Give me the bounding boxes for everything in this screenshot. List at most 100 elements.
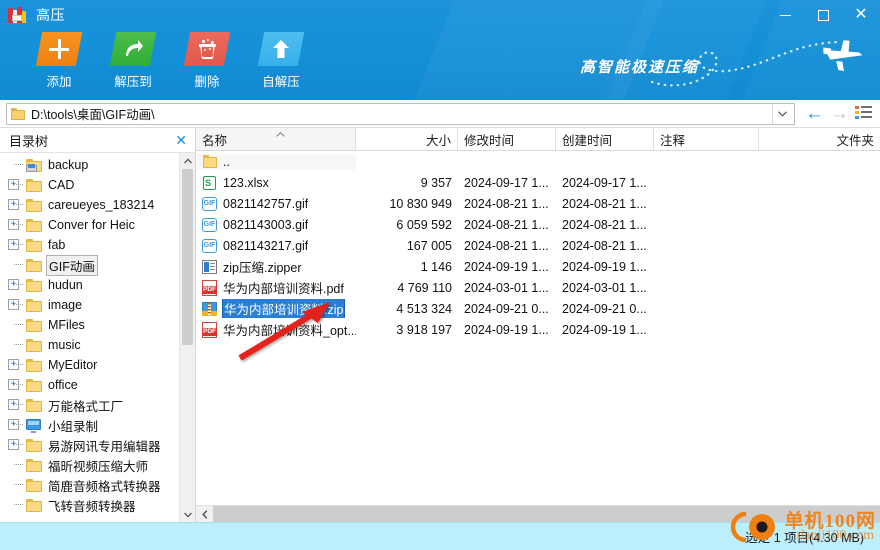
file-name-cell: 华为内部培训资料.zip — [196, 299, 356, 318]
tree-item-12[interactable]: + 万能格式工厂 — [0, 395, 179, 415]
folder-icon — [11, 107, 25, 120]
tree-item-7[interactable]: + image — [0, 295, 179, 315]
maximize-button[interactable] — [804, 0, 842, 30]
back-button[interactable]: ← — [805, 104, 824, 123]
tree-item-2[interactable]: + careueyes_183214 — [0, 195, 179, 215]
file-row[interactable]: PDF 华为内部培训资料.pdf 4 769 110 2024-03-01 1... 2… — [196, 277, 880, 298]
tree-item-10[interactable]: + MyEditor — [0, 355, 179, 375]
toolbar-label-extract-to: 解压到 — [114, 75, 152, 89]
address-bar: D:\tools\桌面\GIF动画\ ← → — [0, 100, 880, 128]
tree-guide-line — [14, 304, 23, 305]
tree-body: backup + CAD + careueyes_183214 + Conver for H… — [0, 153, 195, 522]
tree-item-4[interactable]: + fab — [0, 235, 179, 255]
tree-item-9[interactable]: music — [0, 335, 179, 355]
file-name-cell: .. — [196, 153, 356, 170]
column-header-size[interactable]: 大小 — [356, 128, 458, 150]
tree-item-15[interactable]: 福昕视频压缩大师 — [0, 455, 179, 475]
folder-icon — [26, 358, 42, 372]
tree-item-13[interactable]: + 小组录制 — [0, 415, 179, 435]
list-view-icon[interactable] — [855, 106, 872, 121]
toolbar-button-self-extract[interactable]: 自解压 — [244, 32, 318, 90]
file-modified-cell: 2024-08-21 1... — [464, 217, 549, 232]
toolbar-button-add[interactable]: 添加 — [22, 32, 96, 90]
tree-item-label: 小组录制 — [48, 419, 99, 434]
scroll-down-icon[interactable] — [180, 507, 195, 522]
tree-vertical-scrollbar[interactable] — [179, 153, 195, 522]
tree-guide-line — [14, 164, 23, 165]
horizontal-scrollbar[interactable] — [196, 505, 880, 523]
column-label-name: 名称 — [202, 133, 228, 148]
file-created-cell: 2024-09-21 0... — [562, 301, 647, 316]
horizontal-scrollbar-thumb[interactable] — [213, 505, 880, 523]
file-row[interactable]: PDF 华为内部培训资料_opt.... 3 918 197 2024-09-19 1… — [196, 319, 880, 340]
folder-icon — [26, 218, 42, 232]
extract-arrow-icon — [109, 32, 157, 66]
file-name-label: 123.xlsx — [223, 175, 269, 190]
tree-item-1[interactable]: + CAD — [0, 175, 179, 195]
chevron-down-icon[interactable] — [772, 103, 792, 124]
printer-folder-icon — [26, 158, 42, 172]
toolbar-button-extract-to[interactable]: 解压到 — [96, 32, 170, 90]
tree-item-5[interactable]: GIF动画 — [0, 254, 179, 276]
column-header-comment[interactable]: 注释 — [654, 128, 759, 150]
tree-guide-line — [14, 424, 23, 425]
folder-icon — [26, 338, 42, 352]
xlsx-icon: S — [202, 175, 218, 191]
minimize-icon — [779, 14, 791, 16]
file-row[interactable]: .. — [196, 151, 880, 172]
tree-item-3[interactable]: + Conver for Heic — [0, 215, 179, 235]
directory-tree-pane: 目录树 ✕ backup + CAD + careueyes_183214 + Conver… — [0, 128, 196, 522]
file-size-cell: 3 918 197 — [396, 322, 452, 337]
tree-item-6[interactable]: + hudun — [0, 275, 179, 295]
column-header-folder[interactable]: 文件夹 — [759, 128, 880, 150]
tree-list: backup + CAD + careueyes_183214 + Conver for H… — [0, 153, 179, 522]
column-header-name[interactable]: 名称 — [196, 128, 356, 150]
file-size-cell: 9 357 — [420, 175, 452, 190]
toolbar-button-delete[interactable]: 删除 — [170, 32, 244, 90]
app-title: 高压 — [36, 7, 65, 23]
tree-item-label: GIF动画 — [46, 254, 98, 276]
minimize-button[interactable] — [766, 0, 804, 30]
file-row[interactable]: GIF 0821143217.gif 167 005 2024-08-21 1... 2… — [196, 235, 880, 256]
scroll-up-icon[interactable] — [180, 153, 195, 168]
file-row[interactable]: GIF 0821142757.gif 10 830 949 2024-08-21 1.… — [196, 193, 880, 214]
tree-guide-line — [14, 284, 23, 285]
tree-item-16[interactable]: 简鹿音频格式转换器 — [0, 475, 179, 495]
tree-item-label: 简鹿音频格式转换器 — [48, 479, 161, 494]
close-button[interactable]: ✕ — [842, 0, 880, 30]
tree-item-8[interactable]: MFiles — [0, 315, 179, 335]
folder-icon — [26, 378, 42, 392]
folder-icon — [26, 318, 42, 332]
column-header-modified[interactable]: 修改时间 — [458, 128, 556, 150]
tree-item-0[interactable]: backup — [0, 155, 179, 175]
path-input[interactable]: D:\tools\桌面\GIF动画\ — [6, 102, 795, 125]
close-icon[interactable]: ✕ — [175, 133, 187, 147]
file-created-cell: 2024-09-17 1... — [562, 175, 647, 190]
file-created-cell: 2024-09-19 1... — [562, 322, 647, 337]
file-created-cell: 2024-08-21 1... — [562, 217, 647, 232]
file-modified-cell: 2024-09-21 0... — [464, 301, 549, 316]
folder-icon — [26, 478, 42, 492]
file-list-header: 名称 大小 修改时间 创建时间 注释 文件夹 — [196, 128, 880, 151]
scroll-left-icon[interactable] — [196, 506, 213, 523]
tree-item-label: backup — [48, 158, 89, 172]
tree-item-14[interactable]: + 易游网讯专用编辑器 — [0, 435, 179, 455]
forward-button[interactable]: → — [830, 104, 849, 123]
file-row[interactable]: S 123.xlsx 9 357 2024-09-17 1... 2024-09-17 … — [196, 172, 880, 193]
tree-item-17[interactable]: 飞转音频转换器 — [0, 495, 179, 515]
folder-icon — [26, 498, 42, 512]
file-row[interactable]: GIF 0821143003.gif 6 059 592 2024-08-21 1..… — [196, 214, 880, 235]
tree-guide-line — [14, 384, 23, 385]
scrollbar-thumb[interactable] — [182, 169, 193, 345]
column-label-modified: 修改时间 — [464, 133, 515, 148]
status-bar: 选定 1 项目(4.30 MB) — [0, 522, 880, 550]
tree-guide-line — [14, 444, 23, 445]
navigation-buttons: ← → — [795, 104, 880, 123]
file-row[interactable]: zip压缩.zipper 1 146 2024-09-19 1... 2024-09-… — [196, 256, 880, 277]
file-name-cell: GIF 0821143217.gif — [196, 238, 356, 254]
column-header-created[interactable]: 创建时间 — [556, 128, 654, 150]
tree-item-label: music — [48, 338, 81, 352]
winrar-style-archiver-window: 高压 ✕ 添加 解压到 删除 自解压 高智能极速压缩 D:\tools\桌面\G… — [0, 0, 880, 550]
file-row[interactable]: 华为内部培训资料.zip 4 513 324 2024-09-21 0... 2024… — [196, 298, 880, 319]
tree-item-11[interactable]: + office — [0, 375, 179, 395]
